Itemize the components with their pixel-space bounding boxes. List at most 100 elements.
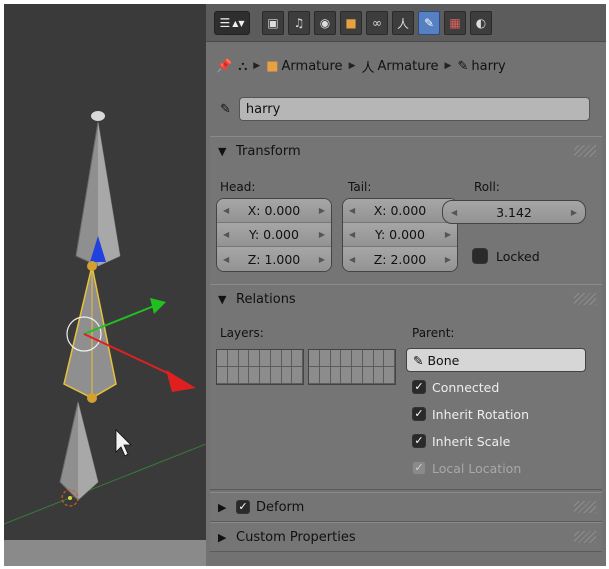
pin-icon[interactable]: 📌 bbox=[216, 59, 232, 74]
decrement-arrow-icon: ◀ bbox=[451, 207, 458, 217]
y-axis-arrow bbox=[150, 298, 166, 314]
expanded-triangle-icon: ▼ bbox=[218, 144, 227, 158]
locked-checkbox[interactable] bbox=[472, 248, 488, 264]
tail-fields: ◀X: 0.000▶ ◀Y: 0.000▶ ◀Z: 2.000▶ bbox=[342, 198, 458, 272]
render-icon[interactable]: ▣ bbox=[262, 11, 284, 35]
custom-properties-panel-header[interactable]: ▶ Custom Properties bbox=[210, 523, 602, 551]
increment-arrow-icon: ▶ bbox=[318, 254, 325, 264]
head-x-field[interactable]: ◀ X: 0.000 ▶ bbox=[217, 199, 331, 223]
selected-bone-head-joint bbox=[87, 261, 97, 271]
decrement-arrow-icon: ◀ bbox=[223, 230, 230, 239]
bone-tail-joint bbox=[91, 111, 105, 121]
layers-grid-right[interactable] bbox=[308, 349, 396, 385]
render-layers-icon[interactable]: ♫ bbox=[288, 11, 310, 35]
bone-icon[interactable]: ✎ bbox=[418, 11, 440, 35]
collapsed-triangle-icon: ▶ bbox=[218, 500, 227, 514]
inherit-rotation-checkbox[interactable]: ✓ bbox=[412, 407, 426, 421]
head-y-field[interactable]: ◀ Y: 0.000 ▶ bbox=[217, 223, 331, 247]
constraints-icon[interactable]: ∞ bbox=[366, 11, 388, 35]
locked-checkbox-row[interactable]: Locked bbox=[472, 248, 540, 264]
connected-checkbox-row[interactable]: ✓ Connected bbox=[412, 376, 499, 398]
head-z-field[interactable]: ◀ Z: 1.000 ▶ bbox=[217, 247, 331, 271]
floor-grid-line bbox=[4, 443, 206, 525]
properties-header: ☰ ▲▼ ▣ ♫ ◉ ■ ∞ 人 ✎ ▦ ◐ bbox=[206, 4, 606, 42]
transform-panel-header[interactable]: ▼ Transform bbox=[210, 137, 602, 165]
selected-bone-tail-joint bbox=[87, 393, 97, 403]
decrement-arrow-icon: ◀ bbox=[223, 254, 230, 264]
deform-title: Deform bbox=[256, 499, 305, 515]
locked-label: Locked bbox=[496, 248, 540, 264]
head-fields: ◀ X: 0.000 ▶ ◀ Y: 0.000 ▶ ◀ Z: 1.000 ▶ bbox=[216, 198, 332, 272]
drag-grip-icon[interactable] bbox=[574, 501, 596, 513]
bone-name-icon: ✎ bbox=[220, 101, 231, 117]
scene-icon: ⛬ bbox=[238, 58, 248, 74]
drag-grip-icon[interactable] bbox=[574, 531, 596, 543]
relations-title: Relations bbox=[236, 291, 296, 307]
breadcrumb-separator-icon: ▶ bbox=[348, 61, 356, 71]
tail-label: Tail: bbox=[348, 180, 372, 194]
inherit-rotation-checkbox-row[interactable]: ✓ Inherit Rotation bbox=[412, 403, 529, 425]
breadcrumb-separator-icon: ▶ bbox=[444, 61, 452, 71]
transform-title: Transform bbox=[236, 143, 301, 159]
viewport-scene bbox=[4, 111, 206, 525]
armature-icon: 人 bbox=[361, 60, 375, 76]
custom-properties-title: Custom Properties bbox=[236, 529, 356, 545]
bone-name-row: ✎ harry bbox=[220, 96, 590, 122]
breadcrumb-bone: ✎ harry bbox=[457, 58, 506, 74]
3d-viewport[interactable] bbox=[4, 4, 206, 540]
armature-data-icon[interactable]: 人 bbox=[392, 11, 414, 35]
increment-arrow-icon: ▶ bbox=[318, 230, 325, 239]
relations-panel: ▼ Relations bbox=[210, 284, 602, 490]
tail-x-field[interactable]: ◀X: 0.000▶ bbox=[343, 199, 457, 223]
tail-y-field[interactable]: ◀ Y: 0.000 ▶ bbox=[343, 223, 457, 247]
x-axis-arrow bbox=[166, 370, 196, 392]
decrement-arrow-icon: ◀ bbox=[223, 206, 230, 215]
relations-panel-header[interactable]: ▼ Relations bbox=[210, 285, 602, 313]
decrement-arrow-icon: ◀ bbox=[349, 206, 356, 215]
tail-z-field[interactable]: ◀ Z: 2.000 ▶ bbox=[343, 247, 457, 271]
breadcrumb-separator-icon: ▶ bbox=[253, 61, 261, 71]
deform-panel: ▶ ✓ Deform bbox=[210, 492, 602, 522]
breadcrumb-object: ■ Armature bbox=[266, 58, 343, 74]
material-icon[interactable]: ◐ bbox=[470, 11, 492, 35]
properties-editor-icon: ☰ bbox=[219, 16, 231, 30]
object-icon[interactable]: ■ bbox=[340, 11, 362, 35]
bone-small-icon: ✎ bbox=[457, 58, 469, 74]
custom-properties-panel: ▶ Custom Properties bbox=[210, 522, 602, 552]
deform-panel-header[interactable]: ▶ ✓ Deform bbox=[210, 493, 602, 521]
decrement-arrow-icon: ◀ bbox=[349, 254, 356, 264]
properties-panel: ☰ ▲▼ ▣ ♫ ◉ ■ ∞ 人 ✎ ▦ ◐ 📌 ⛬ ▶ ■ Armature ▶ … bbox=[206, 4, 606, 566]
connected-checkbox[interactable]: ✓ bbox=[412, 380, 426, 394]
collapsed-triangle-icon: ▶ bbox=[218, 530, 227, 544]
dropdown-arrow-icon: ▲▼ bbox=[232, 18, 245, 28]
parent-field[interactable]: ✎ Bone bbox=[406, 348, 586, 372]
breadcrumb-armature: 人 Armature bbox=[361, 58, 439, 76]
bone-name-input[interactable]: harry bbox=[238, 97, 590, 121]
inherit-scale-checkbox-row[interactable]: ✓ Inherit Scale bbox=[412, 430, 510, 452]
deform-checkbox[interactable]: ✓ bbox=[236, 500, 250, 514]
3d-cursor-center bbox=[68, 496, 72, 500]
increment-arrow-icon: ▶ bbox=[570, 207, 577, 217]
roll-label: Roll: bbox=[474, 180, 500, 194]
roll-field[interactable]: ◀ 3.142 ▶ bbox=[442, 200, 586, 224]
head-label: Head: bbox=[220, 180, 256, 194]
bone-icon: ✎ bbox=[413, 352, 424, 368]
drag-grip-icon[interactable] bbox=[574, 145, 596, 157]
world-icon[interactable]: ◉ bbox=[314, 11, 336, 35]
editor-type-button[interactable]: ☰ ▲▼ bbox=[214, 11, 250, 35]
upper-bone-facet bbox=[98, 122, 120, 266]
increment-arrow-icon: ▶ bbox=[318, 206, 325, 215]
local-location-checkbox-row: ✓ Local Location bbox=[412, 457, 521, 479]
expanded-triangle-icon: ▼ bbox=[218, 292, 227, 306]
mouse-cursor-icon bbox=[115, 429, 132, 457]
drag-grip-icon[interactable] bbox=[574, 293, 596, 305]
breadcrumb: 📌 ⛬ ▶ ■ Armature ▶ 人 Armature ▶ ✎ harry bbox=[206, 44, 606, 88]
layers-label: Layers: bbox=[220, 326, 264, 340]
increment-arrow-icon: ▶ bbox=[444, 254, 451, 264]
increment-arrow-icon: ▶ bbox=[444, 230, 451, 239]
object-cube-icon: ■ bbox=[266, 58, 279, 74]
decrement-arrow-icon: ◀ bbox=[349, 230, 356, 239]
layers-grid-left[interactable] bbox=[216, 349, 304, 385]
bone-constraints-icon[interactable]: ▦ bbox=[444, 11, 466, 35]
inherit-scale-checkbox[interactable]: ✓ bbox=[412, 434, 426, 448]
